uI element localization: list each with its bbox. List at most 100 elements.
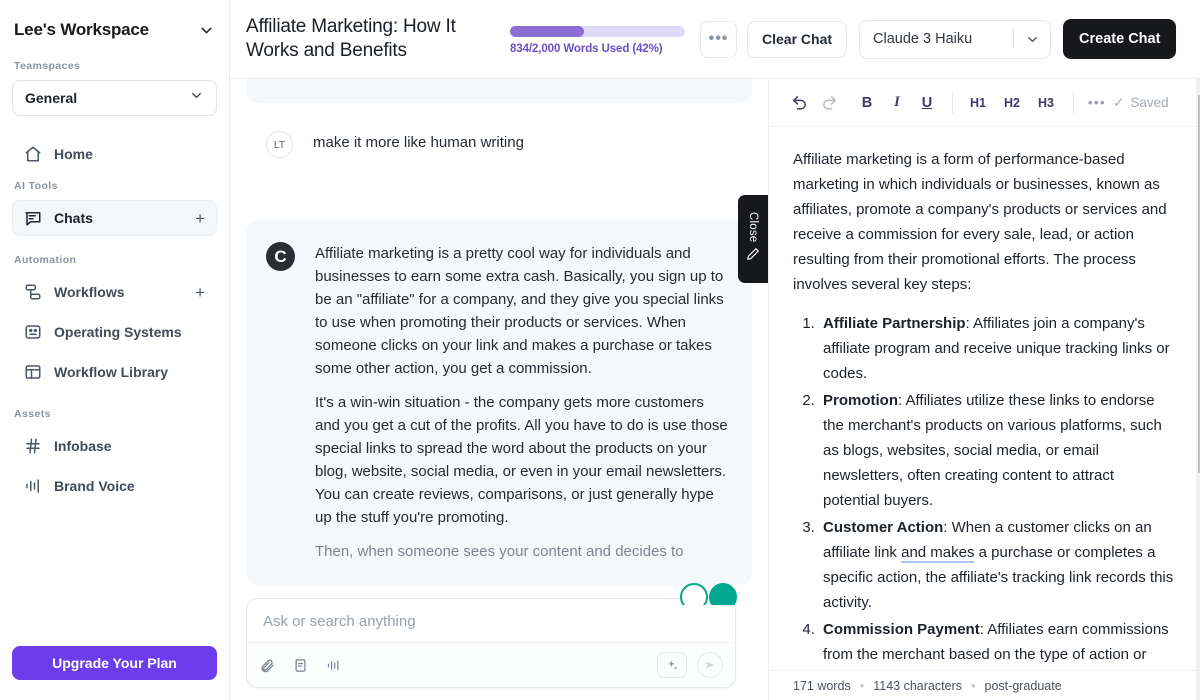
top-header-bar: Affiliate Marketing: How It Works and Be… [230,0,1200,79]
chat-message-user: LT make it more like human writing [246,103,752,176]
hash-icon [24,437,42,455]
sidebar-item-operating-systems[interactable]: Operating Systems [12,314,217,350]
section-label-assets: Assets [0,402,229,426]
close-tab-label: Close [747,212,759,242]
teamspace-selected-value: General [25,90,77,106]
operating-systems-icon [24,323,42,341]
sidebar-item-label: Operating Systems [54,324,205,340]
reading-level: post-graduate [985,679,1062,693]
chevron-down-icon [189,88,204,108]
document-icon[interactable] [293,658,308,673]
add-chat-button[interactable]: + [195,210,205,227]
editor-more-button[interactable]: ••• [1083,89,1111,117]
sidebar-item-label: Chats [54,210,183,226]
close-editor-tab[interactable]: Close [738,195,768,283]
word-usage-label: 834/2,000 Words Used (42%) [510,43,700,55]
previous-message-partial [246,79,752,103]
heading3-button[interactable]: H3 [1030,89,1062,117]
sidebar-item-workflow-library[interactable]: Workflow Library [12,354,217,390]
heading1-button[interactable]: H1 [962,89,994,117]
sidebar-item-label: Workflows [54,284,183,300]
upgrade-section: Upgrade Your Plan [0,632,229,700]
progress-track [510,26,685,37]
chat-message-assistant: C Affiliate marketing is a pretty cool w… [246,220,752,585]
document-paragraph: Affiliate marketing is a form of perform… [793,147,1175,297]
message-text: make it more like human writing [313,131,732,154]
progress-fill [510,26,584,37]
search-input-placeholder: Ask or search anything [263,613,416,630]
teamspace-select[interactable]: General [12,80,217,116]
pencil-icon [746,247,760,266]
redo-icon[interactable] [815,89,843,117]
attachment-icon[interactable] [259,657,275,673]
editor-status-bar: 171 words • 1143 characters • post-gradu… [769,670,1200,700]
badge-ring-1 [680,583,708,605]
sidebar-item-label: Home [54,146,205,162]
sidebar-item-chats[interactable]: Chats + [12,200,217,236]
separator: • [971,678,976,693]
save-status-label: Saved [1130,95,1168,110]
section-label-automation: Automation [0,248,229,272]
sidebar-item-label: Brand Voice [54,478,205,494]
message-paragraph: It's a win-win situation - the company g… [315,391,732,529]
composer-box[interactable]: Ask or search anything [246,598,736,688]
composer-actions [657,652,723,678]
create-chat-button[interactable]: Create Chat [1063,19,1176,59]
document-ordered-list: Affiliate Partnership: Affiliates join a… [793,311,1175,670]
chat-panel: Affiliate Marketing: How It Works and Be… [230,0,768,700]
sidebar-item-home[interactable]: Home [12,136,217,172]
underline-button[interactable]: U [913,89,941,117]
sidebar-item-infobase[interactable]: Infobase [12,428,217,464]
model-selector[interactable]: Claude 3 Haiku [859,20,1051,59]
bold-button[interactable]: B [853,89,881,117]
workspace-name: Lee's Workspace [14,20,149,40]
editor-scrollbar[interactable]: ▲ ▼ [1196,79,1200,700]
list-item-term: Promotion [823,392,898,409]
list-item: Commission Payment: Affiliates earn comm… [819,617,1175,670]
upgrade-plan-button[interactable]: Upgrade Your Plan [12,646,217,680]
chevron-down-icon[interactable] [198,22,215,39]
clear-chat-button[interactable]: Clear Chat [747,21,847,58]
page-title: Affiliate Marketing: How It Works and Be… [246,15,504,63]
chat-bubble-icon [24,209,42,227]
more-options-button[interactable]: ••• [700,21,737,58]
add-workflow-button[interactable]: + [195,284,205,301]
list-item-term: Affiliate Partnership [823,315,966,332]
app-root: Lee's Workspace Teamspaces General Home … [0,0,1200,700]
document-editor-panel: B I U H1 H2 H3 ••• ✓ Saved Affiliate mar… [768,0,1200,700]
document-content[interactable]: Affiliate marketing is a form of perform… [769,127,1200,670]
send-button[interactable] [697,652,723,678]
avatar: C [266,242,295,271]
list-item-term: Commission Payment [823,621,980,638]
avatar: LT [266,131,293,158]
list-item: Customer Action: When a customer clicks … [819,515,1175,615]
list-item: Promotion: Affiliates utilize these link… [819,388,1175,513]
italic-button[interactable]: I [883,89,911,117]
editor-toolbar: B I U H1 H2 H3 ••• ✓ Saved [769,79,1200,127]
list-item-term: Customer Action [823,519,943,536]
message-text: Affiliate marketing is a pretty cool way… [315,242,732,563]
divider [952,92,953,114]
divider [1073,92,1074,114]
sidebar-item-brand-voice[interactable]: Brand Voice [12,468,217,504]
grammar-suggestion[interactable]: and makes [901,544,974,563]
word-usage-meter: 834/2,000 Words Used (42%) [510,24,700,55]
badge-ring-2 [709,583,737,605]
save-status: ✓ Saved [1113,95,1195,111]
sidebar-item-label: Infobase [54,438,205,454]
character-count: 1143 characters [873,679,962,693]
chevron-down-icon[interactable] [1014,32,1050,47]
sidebar-item-label: Workflow Library [54,364,205,380]
workspace-switcher[interactable]: Lee's Workspace [0,0,229,54]
model-selected-value: Claude 3 Haiku [860,31,1013,47]
assistant-status-badge [680,583,737,605]
voice-waveform-icon[interactable] [326,658,341,673]
list-item-text: : Affiliates utilize these links to endo… [823,392,1162,509]
library-layout-icon [24,363,42,381]
composer-input-row[interactable]: Ask or search anything [247,599,735,642]
check-icon: ✓ [1113,95,1124,111]
ai-sparkle-button[interactable] [657,652,687,678]
heading2-button[interactable]: H2 [996,89,1028,117]
undo-icon[interactable] [785,89,813,117]
sidebar-item-workflows[interactable]: Workflows + [12,274,217,310]
